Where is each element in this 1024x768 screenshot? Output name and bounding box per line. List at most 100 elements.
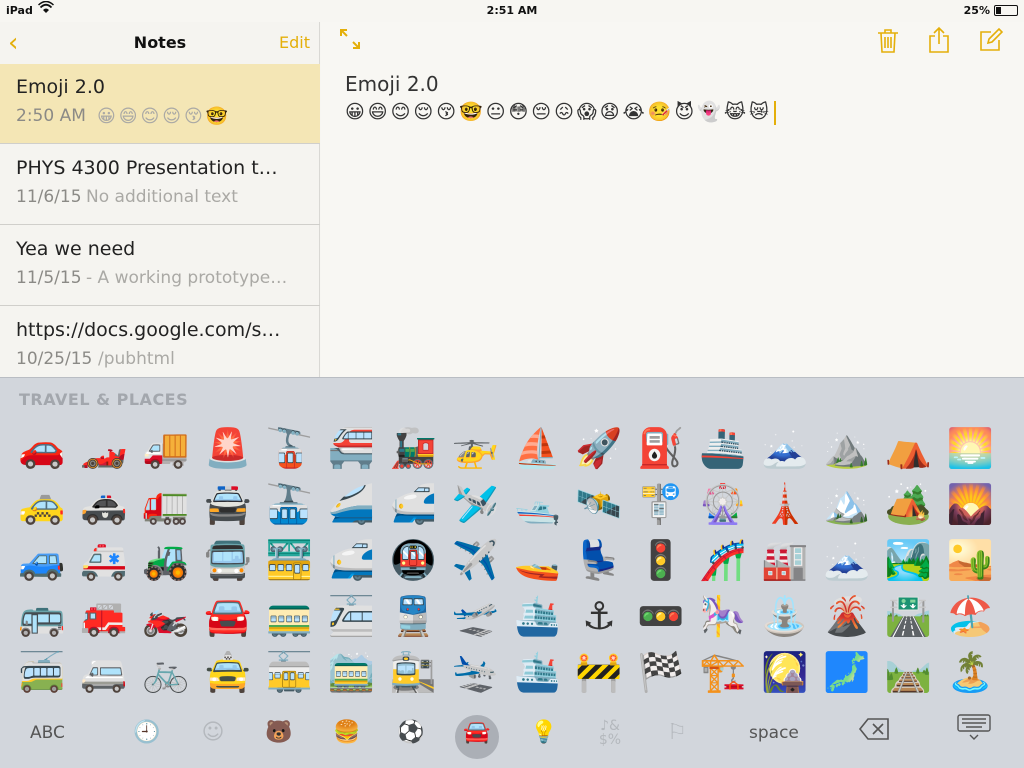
emoji-key[interactable]: ⛲ — [757, 588, 813, 644]
emoji-key[interactable]: 🚡 — [262, 420, 318, 476]
emoji-key[interactable]: 🛥️ — [509, 476, 565, 532]
car-icon[interactable]: 🚘 — [463, 719, 491, 747]
emoji-key[interactable]: ⛵ — [509, 420, 565, 476]
space-key[interactable]: space — [749, 723, 799, 743]
trash-icon[interactable] — [877, 28, 899, 60]
emoji-key[interactable]: 🚞 — [324, 644, 380, 700]
clock-icon[interactable]: 🕘 — [133, 719, 161, 747]
note-body[interactable]: 😀😄😊😌😚🤓😐😳😔😖😱😧😭🤒😈👻😹😿 — [345, 100, 776, 125]
emoji-key[interactable]: 🗻 — [757, 420, 813, 476]
emoji-key[interactable]: ⛺ — [881, 420, 937, 476]
emoji-key[interactable]: 🚲 — [138, 644, 194, 700]
emoji-key[interactable]: 🚧 — [571, 644, 627, 700]
delete-key-icon[interactable] — [858, 717, 890, 746]
emoji-key[interactable]: 🚉 — [385, 644, 441, 700]
keyboard-dismiss-icon[interactable] — [956, 713, 992, 746]
emoji-key[interactable]: 🚂 — [385, 420, 441, 476]
emoji-key[interactable]: ✈️ — [447, 532, 503, 588]
emoji-key[interactable]: 🚒 — [76, 588, 132, 644]
emoji-key[interactable]: 🚙 — [14, 532, 70, 588]
emoji-key[interactable]: 🛬 — [447, 644, 503, 700]
emoji-key[interactable]: 🗻 — [819, 532, 875, 588]
emoji-key[interactable]: 🚕 — [14, 476, 70, 532]
emoji-key[interactable]: 🚝 — [324, 420, 380, 476]
emoji-key[interactable]: 🎡 — [695, 476, 751, 532]
emoji-key[interactable]: 🗼 — [757, 476, 813, 532]
emoji-key[interactable]: 🚦 — [633, 532, 689, 588]
emoji-key[interactable]: 🚠 — [262, 476, 318, 532]
note-list-item[interactable]: Emoji 2.0 2:50 AM 😀😄😊😌😚🤓 — [0, 64, 320, 144]
emoji-key[interactable]: 🚓 — [76, 476, 132, 532]
emoji-key[interactable]: 🏗️ — [695, 644, 751, 700]
emoji-key[interactable]: 🌋 — [819, 588, 875, 644]
emoji-key[interactable]: 🛣️ — [881, 588, 937, 644]
emoji-key[interactable]: 🚇 — [385, 532, 441, 588]
note-list-item[interactable]: PHYS 4300 Presentation t… 11/6/15 No add… — [0, 145, 320, 225]
ball-icon[interactable]: ⚽ — [397, 719, 425, 747]
emoji-key[interactable]: 🎢 — [695, 532, 751, 588]
emoji-key[interactable]: 🏞️ — [881, 532, 937, 588]
emoji-key[interactable]: 🏍️ — [138, 588, 194, 644]
emoji-key[interactable]: 🌅 — [943, 420, 999, 476]
note-editor[interactable]: Emoji 2.0 😀😄😊😌😚🤓😐😳😔😖😱😧😭🤒😈👻😹😿 — [321, 22, 1024, 377]
symbols-icon[interactable]: ♪& $% — [596, 719, 624, 747]
emoji-key[interactable]: 🗾 — [819, 644, 875, 700]
emoji-key[interactable]: 🏁 — [633, 644, 689, 700]
emoji-key[interactable]: 🚋 — [262, 644, 318, 700]
emoji-key[interactable]: 🚌 — [14, 588, 70, 644]
emoji-key[interactable]: 🚜 — [138, 532, 194, 588]
emoji-key[interactable]: 🚎 — [14, 644, 70, 700]
note-list-item[interactable]: Yea we need 11/5/15 - A working prototyp… — [0, 226, 320, 306]
emoji-key[interactable]: ⛽ — [633, 420, 689, 476]
emoji-key[interactable]: 💺 — [571, 532, 627, 588]
food-icon[interactable]: 🍔 — [333, 719, 361, 747]
emoji-key[interactable]: 🚄 — [324, 476, 380, 532]
emoji-key[interactable]: 🛤️ — [881, 644, 937, 700]
emoji-key[interactable]: 🚁 — [447, 420, 503, 476]
emoji-key[interactable]: 🚈 — [324, 588, 380, 644]
smiley-icon[interactable]: ☺ — [199, 719, 227, 747]
emoji-key[interactable]: 🚘 — [200, 588, 256, 644]
emoji-key[interactable]: 🛫 — [447, 588, 503, 644]
expand-icon[interactable] — [339, 28, 361, 56]
emoji-key[interactable]: 🚆 — [385, 588, 441, 644]
emoji-key[interactable]: 🛳️ — [509, 588, 565, 644]
emoji-key[interactable]: 🚅 — [324, 532, 380, 588]
emoji-key[interactable]: 🚅 — [385, 476, 441, 532]
emoji-key[interactable]: 🛳️ — [509, 644, 565, 700]
emoji-key[interactable]: ⛰️ — [819, 420, 875, 476]
emoji-key[interactable]: 🚃 — [262, 588, 318, 644]
emoji-key[interactable]: 🚨 — [200, 420, 256, 476]
emoji-key[interactable]: 🚚 — [138, 420, 194, 476]
emoji-key[interactable]: 🎑 — [757, 644, 813, 700]
emoji-key[interactable]: 🚤 — [509, 532, 565, 588]
emoji-key[interactable]: 🏭 — [757, 532, 813, 588]
flag-icon[interactable]: ⚐ — [663, 719, 691, 747]
emoji-key[interactable]: 🛩️ — [447, 476, 503, 532]
emoji-key[interactable]: 🏕️ — [881, 476, 937, 532]
emoji-key[interactable]: 🎠 — [695, 588, 751, 644]
emoji-key[interactable]: 🏜️ — [943, 532, 999, 588]
emoji-key[interactable]: 🚏 — [633, 476, 689, 532]
emoji-key[interactable]: 🏔️ — [819, 476, 875, 532]
emoji-key[interactable]: 🚟 — [262, 532, 318, 588]
emoji-key[interactable]: ⚓ — [571, 588, 627, 644]
note-list-item[interactable]: https://docs.google.com/s… 10/25/15 /pub… — [0, 307, 320, 387]
compose-icon[interactable] — [979, 27, 1004, 58]
emoji-key[interactable]: 🚗 — [14, 420, 70, 476]
emoji-key[interactable]: 🏖️ — [943, 588, 999, 644]
emoji-key[interactable]: 🚀 — [571, 420, 627, 476]
emoji-key[interactable]: 🚥 — [633, 588, 689, 644]
bear-icon[interactable]: 🐻 — [265, 719, 293, 747]
emoji-key[interactable]: 🚛 — [138, 476, 194, 532]
emoji-key[interactable]: 🚐 — [76, 644, 132, 700]
emoji-key[interactable]: 🚍 — [200, 532, 256, 588]
emoji-key[interactable]: 🚖 — [200, 644, 256, 700]
edit-button[interactable]: Edit — [279, 33, 310, 52]
emoji-key[interactable]: 🏝️ — [943, 644, 999, 700]
emoji-key[interactable]: 🏎️ — [76, 420, 132, 476]
emoji-key[interactable]: 🚢 — [695, 420, 751, 476]
emoji-key[interactable]: 🌄 — [943, 476, 999, 532]
emoji-key[interactable]: 🛰️ — [571, 476, 627, 532]
emoji-key[interactable]: 🚑 — [76, 532, 132, 588]
